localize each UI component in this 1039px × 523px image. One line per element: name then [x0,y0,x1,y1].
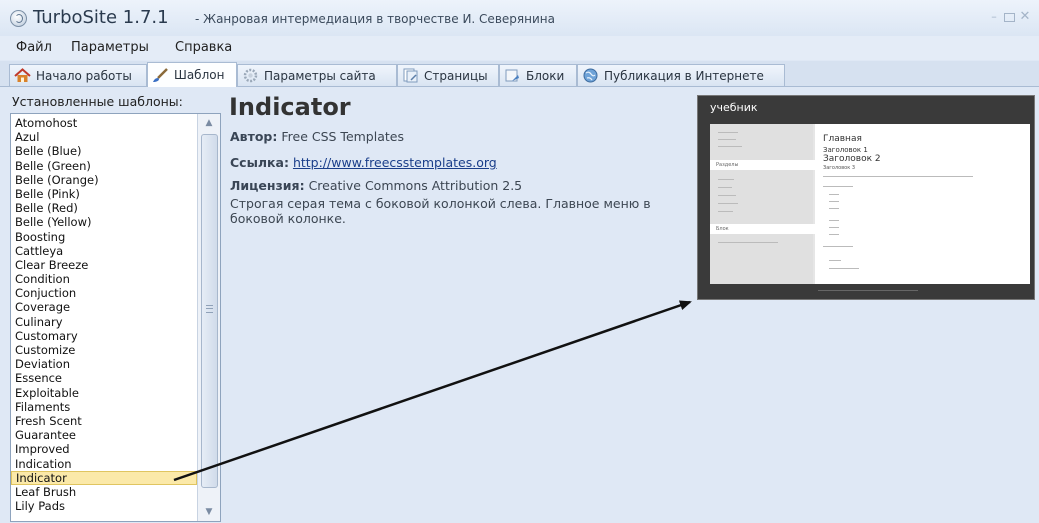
templates-listbox[interactable]: Atomohost Azul Belle (Blue) Belle (Green) Be… [10,113,221,522]
preview-heading: Заголовок 1 [823,146,868,154]
tab-label: Параметры сайта [264,68,376,83]
grip-icon [206,305,213,313]
preview-sidebar-heading-2: Блок [710,224,820,234]
list-item[interactable]: Belle (Red) [11,201,197,215]
scroll-thumb[interactable] [201,134,218,488]
template-name: Indicator [229,93,351,121]
preview-main: Главная Заголовок 1 Заголовок 2 Заголово… [815,124,1030,284]
menu-file[interactable]: Файл [16,40,52,55]
list-scrollbar[interactable]: ▲ ▼ [197,114,220,521]
list-item[interactable]: Essence [11,371,197,385]
tab-template[interactable]: Шаблон [147,62,237,87]
license-value: Creative Commons Attribution 2.5 [308,178,523,193]
tab-label: Страницы [424,68,488,83]
list-item[interactable]: Customize [11,343,197,357]
template-link[interactable]: http://www.freecsstemplates.org [293,155,497,170]
document-title: - Жанровая интермедиация в творчестве И.… [195,12,555,26]
minimize-button[interactable]: – [988,11,1000,23]
list-item[interactable]: Belle (Yellow) [11,215,197,229]
author-value: Free CSS Templates [281,129,404,144]
brush-icon [152,67,169,83]
list-item[interactable]: Deviation [11,357,197,371]
list-item[interactable]: Conjuction [11,286,197,300]
list-item[interactable]: Clear Breeze [11,258,197,272]
list-item[interactable]: Guarantee [11,428,197,442]
list-item[interactable]: Azul [11,130,197,144]
globe-icon [582,68,599,83]
templates-list: Atomohost Azul Belle (Blue) Belle (Green) Be… [11,116,197,513]
list-item[interactable]: Filaments [11,400,197,414]
list-item[interactable]: Coverage [11,300,197,314]
template-preview: учебник Разделы Блок Главная Заголовок 1… [697,95,1035,300]
tab-blocks[interactable]: Блоки [499,64,577,86]
tab-label: Шаблон [174,68,225,82]
link-label: Ссылка: [230,155,289,170]
list-item[interactable]: Leaf Brush [11,485,197,499]
preview-heading: Главная [823,134,862,144]
scroll-down-icon[interactable]: ▼ [198,505,220,519]
list-item[interactable]: Boosting [11,230,197,244]
menu-parameters[interactable]: Параметры [71,40,149,55]
tab-publish[interactable]: Публикация в Интернете [577,64,785,86]
preview-body: Разделы Блок Главная Заголовок 1 Заголов… [710,124,1030,284]
template-panel: Установленные шаблоны: Atomohost Azul Bell… [0,87,1039,523]
list-item[interactable]: Condition [11,272,197,286]
home-icon [14,68,31,83]
list-item[interactable]: Belle (Green) [11,159,197,173]
list-item[interactable]: Lily Pads [11,499,197,513]
author-row: Автор: Free CSS Templates [230,129,404,144]
tab-label: Публикация в Интернете [604,68,764,83]
list-item[interactable]: Belle (Pink) [11,187,197,201]
preview-site-title: учебник [710,101,758,114]
close-button[interactable]: ✕ [1019,10,1031,23]
app-logo-icon [10,10,27,27]
tab-bar: Начало работы Шаблон Параметры сайта Стр… [0,61,1039,87]
tab-label: Блоки [526,68,565,83]
title-bar: TurboSite 1.7.1 - Жанровая интермедиация… [0,0,1039,36]
template-description: Строгая серая тема с боковой колонкой сл… [230,196,651,226]
list-item[interactable]: Belle (Blue) [11,144,197,158]
list-item[interactable]: Indicator [11,470,197,485]
menu-bar: Файл Параметры Справка [0,36,1039,60]
preview-heading: Заголовок 3 [823,165,856,171]
tab-getting-started[interactable]: Начало работы [9,64,147,86]
menu-help[interactable]: Справка [175,40,232,55]
app-name: TurboSite 1.7.1 [33,7,169,28]
list-item[interactable]: Exploitable [11,386,197,400]
maximize-button[interactable] [1004,13,1015,22]
tab-pages[interactable]: Страницы [397,64,499,86]
list-item[interactable]: Culinary [11,315,197,329]
preview-sidebar: Разделы Блок [710,124,820,284]
tab-site-settings[interactable]: Параметры сайта [237,64,397,86]
blocks-icon [504,68,521,83]
list-item[interactable]: Cattleya [11,244,197,258]
preview-sidebar-heading-1: Разделы [710,160,820,170]
list-item[interactable]: Indication [11,457,197,471]
app-window: TurboSite 1.7.1 - Жанровая интермедиация… [0,0,1039,523]
license-label: Лицензия: [230,178,305,193]
list-item[interactable]: Fresh Scent [11,414,197,428]
link-row: Ссылка: http://www.freecsstemplates.org [230,155,497,170]
pages-icon [402,68,419,83]
tab-label: Начало работы [36,68,132,83]
preview-heading: Заголовок 2 [823,154,881,164]
author-label: Автор: [230,129,278,144]
installed-templates-label: Установленные шаблоны: [12,94,183,109]
scroll-up-icon[interactable]: ▲ [198,116,220,130]
list-item[interactable]: Customary [11,329,197,343]
gear-icon [242,68,259,83]
list-item[interactable]: Atomohost [11,116,197,130]
list-item[interactable]: Belle (Orange) [11,173,197,187]
license-row: Лицензия: Creative Commons Attribution 2… [230,178,522,193]
list-item[interactable]: Improved [11,442,197,456]
